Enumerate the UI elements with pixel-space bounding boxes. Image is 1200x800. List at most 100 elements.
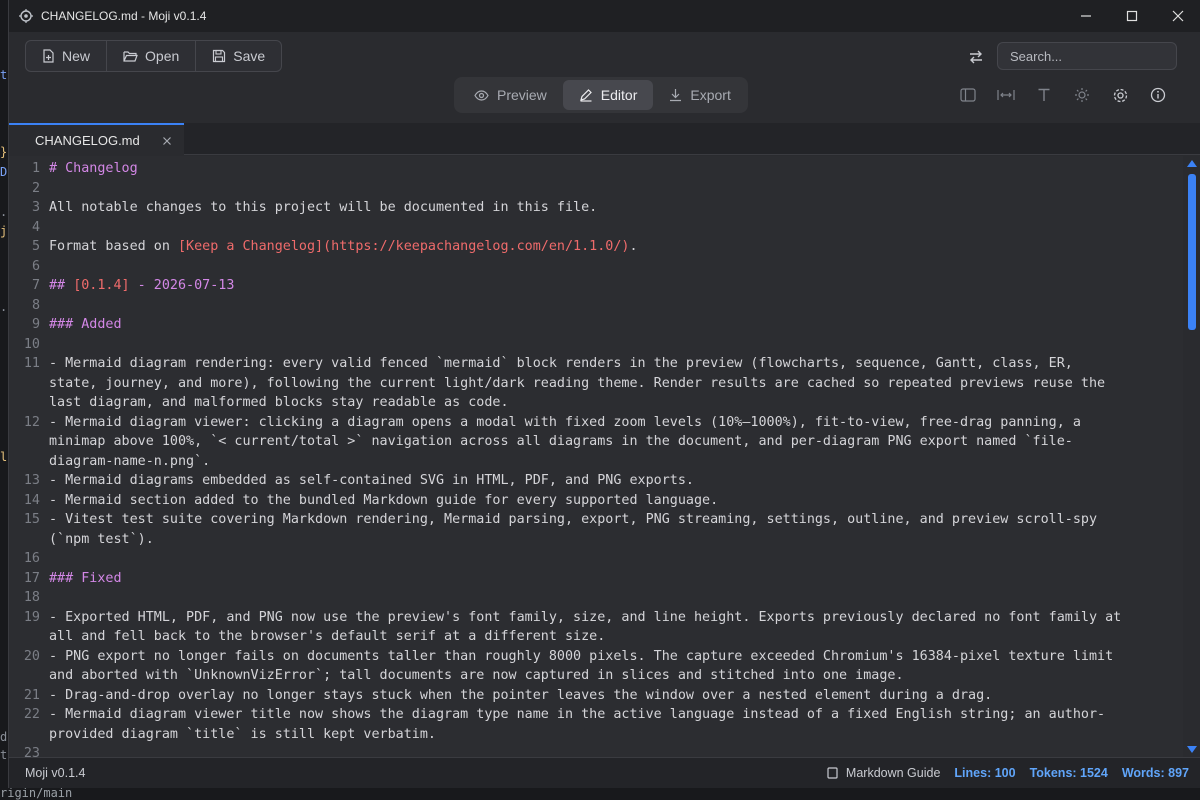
editor-line[interactable]: 16 [9,549,1183,569]
editor-line[interactable]: 3 All notable changes to this project wil… [9,198,1183,218]
line-content: - Mermaid diagrams embedded as self-cont… [49,471,694,491]
code-editor[interactable]: 1 # Changelog 2 3 All notable changes to thi… [9,156,1183,757]
editor-line[interactable]: 15 - Vitest test suite covering Markdown … [9,510,1183,530]
editor-mode-button[interactable]: Editor [562,80,654,110]
line-content: - Vitest test suite covering Markdown re… [49,510,1097,530]
line-content: state, journey, and more), following the… [49,374,1105,394]
code-token: - Mermaid diagram viewer title now shows… [49,707,1106,722]
editor-line[interactable]: 19 - Exported HTML, PDF, and PNG now use … [9,608,1183,628]
scroll-down-arrow[interactable] [1187,746,1197,753]
font-settings-button[interactable] [1035,86,1053,104]
editor-line[interactable]: 12 - Mermaid diagram viewer: clicking a d… [9,413,1183,433]
editor-line[interactable]: 22 - Mermaid diagram viewer title now sho… [9,705,1183,725]
search-input[interactable] [997,42,1177,70]
editor-line[interactable]: 5 Format based on [Keep a Changelog](http… [9,237,1183,257]
settings-button[interactable] [1111,86,1129,104]
editor-line[interactable]: 6 [9,257,1183,277]
editor-line[interactable]: 4 [9,218,1183,238]
line-content: all and fell back to the browser's defau… [49,627,605,647]
code-token: and aborted with `UnknownVizError`; tall… [49,668,904,683]
code-token: - Vitest test suite covering Markdown re… [49,512,1098,527]
code-token: all and fell back to the browser's defau… [49,629,606,644]
editor-line[interactable]: 11 - Mermaid diagram rendering: every val… [9,354,1183,374]
code-token: - Mermaid diagram viewer: clicking a dia… [49,414,1081,430]
line-content: - Drag-and-drop overlay no longer stays … [49,686,992,706]
preview-mode-button[interactable]: Preview [458,80,563,110]
editor-line[interactable]: 21 - Drag-and-drop overlay no longer stay… [9,686,1183,706]
line-content: - Mermaid diagram viewer: clicking a dia… [49,413,1081,433]
line-number: 8 [31,297,40,313]
gear-icon [1113,88,1127,102]
editor-line[interactable]: 8 [9,296,1183,316]
code-token: state, journey, and more), following the… [49,375,1106,391]
editor-line[interactable]: minimap above 100%, `< current/total >` … [9,432,1183,452]
editor-line[interactable]: 20 - PNG export no longer fails on docume… [9,647,1183,667]
code-token: . [629,239,638,254]
tokens-count: Tokens: 1524 [1029,766,1108,780]
line-number: 16 [23,551,40,566]
editor-line[interactable]: 13 - Mermaid diagrams embedded as self-co… [9,471,1183,491]
close-tab-icon[interactable] [162,136,172,146]
editor-line[interactable]: 14 - Mermaid section added to the bundled… [9,491,1183,511]
editor-line[interactable]: 23 [9,744,1183,757]
preview-label: Preview [497,87,547,103]
new-button[interactable]: New [26,41,108,71]
editor-line[interactable]: and aborted with `UnknownVizError`; tall… [9,666,1183,686]
code-token: diagram-name-n.png`. [49,453,211,469]
line-number: 9 [31,317,40,332]
swap-layout-icon[interactable] [967,48,985,66]
editor-line[interactable]: 17 ### Fixed [9,569,1183,589]
line-number: 13 [23,473,40,488]
title-bar: CHANGELOG.md - Moji v0.1.4 [9,0,1200,32]
line-content: ### Fixed [49,569,122,589]
editor-line[interactable]: (`npm test`). [9,530,1183,550]
editor-line[interactable]: all and fell back to the browser's defau… [9,627,1183,647]
line-number: 18 [23,590,40,605]
editor-line[interactable]: 18 [9,588,1183,608]
width-adjust-icon [997,90,1015,100]
line-content: diagram-name-n.png`. [49,452,210,472]
save-label: Save [233,48,266,64]
minimize-button[interactable] [1063,0,1109,32]
editor-line[interactable]: 9 ### Added [9,315,1183,335]
open-button[interactable]: Open [107,41,197,71]
markdown-guide-button[interactable]: Markdown Guide [827,766,940,780]
code-token: ## [49,278,74,293]
line-content: last diagram, and malformed blocks stay … [49,393,509,413]
scroll-up-arrow[interactable] [1187,160,1197,167]
line-number: 1 [31,161,40,176]
editor-line[interactable]: last diagram, and malformed blocks stay … [9,393,1183,413]
code-token: minimap above 100%, `< current/total >` … [49,434,1073,449]
export-mode-button[interactable]: Export [653,80,746,110]
code-token: # Changelog [49,161,138,176]
content-width-button[interactable] [997,86,1015,104]
line-content: - Mermaid section added to the bundled M… [49,491,718,511]
code-token: provided diagram `title` is still kept v… [49,726,436,742]
save-button[interactable]: Save [196,41,281,71]
scroll-thumb[interactable] [1188,174,1196,330]
editor-line[interactable]: 2 [9,179,1183,199]
status-bar: Moji v0.1.4 Markdown Guide Lines: 100 To… [9,757,1200,788]
editor-line[interactable]: 1 # Changelog [9,159,1183,179]
theme-toggle-button[interactable] [1073,86,1091,104]
line-content: - Mermaid diagram viewer title now shows… [49,705,1105,725]
editor-scrollbar[interactable] [1183,156,1200,757]
maximize-button[interactable] [1109,0,1155,32]
about-button[interactable] [1149,86,1167,104]
editor-line[interactable]: 10 [9,335,1183,355]
line-content: provided diagram `title` is still kept v… [49,725,436,745]
close-window-button[interactable] [1155,0,1200,32]
line-number: 4 [31,219,40,235]
tab-changelog[interactable]: CHANGELOG.md [9,123,184,156]
editor-line[interactable]: provided diagram `title` is still kept v… [9,725,1183,745]
code-token: [0.1.4] [73,278,130,293]
editor-line[interactable]: diagram-name-n.png`. [9,452,1183,472]
line-number: 7 [31,278,40,293]
info-icon [1150,87,1166,103]
editor-line[interactable]: state, journey, and more), following the… [9,374,1183,394]
toggle-sidebar-button[interactable] [959,86,977,104]
code-token: - Mermaid diagram rendering: every valid… [49,356,1073,371]
line-content: - Mermaid diagram rendering: every valid… [49,354,1073,374]
line-number: 6 [31,258,40,274]
editor-line[interactable]: 7 ## [0.1.4] - 2026-07-13 [9,276,1183,296]
